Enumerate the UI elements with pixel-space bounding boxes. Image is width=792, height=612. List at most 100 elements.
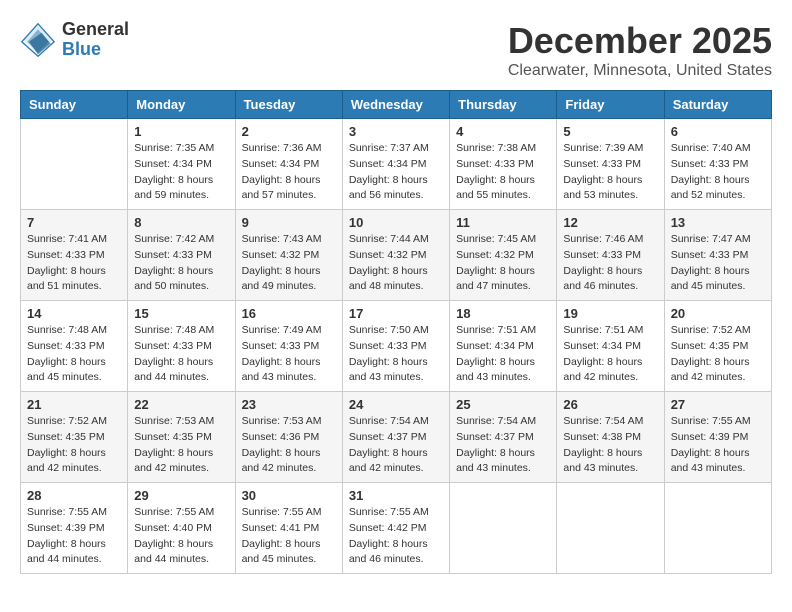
calendar-cell: 19 Sunrise: 7:51 AMSunset: 4:34 PMDayligh… — [557, 301, 664, 392]
calendar-cell: 8 Sunrise: 7:42 AMSunset: 4:33 PMDaylight… — [128, 210, 235, 301]
day-number: 18 — [456, 306, 550, 321]
calendar-cell: 25Sunrise: 7:54 AMSunset: 4:37 PMDayligh… — [450, 392, 557, 483]
weekday-header-friday: Friday — [557, 91, 664, 119]
day-number: 23 — [242, 397, 336, 412]
day-info: Sunrise: 7:53 AMSunset: 4:36 PMDaylight:… — [242, 414, 336, 477]
day-info: Sunrise: 7:47 AMSunset: 4:33 PMDaylight:… — [671, 232, 765, 295]
day-number: 10 — [349, 215, 443, 230]
calendar-cell: 29 Sunrise: 7:55 AMSunset: 4:40 PMDayligh… — [128, 483, 235, 574]
page-subtitle: Clearwater, Minnesota, United States — [508, 62, 772, 80]
calendar-cell: 7 Sunrise: 7:41 AMSunset: 4:33 PMDaylight… — [21, 210, 128, 301]
weekday-header-tuesday: Tuesday — [235, 91, 342, 119]
logo: General Blue — [20, 20, 129, 60]
calendar-week-row: 28 Sunrise: 7:55 AMSunset: 4:39 PMDayligh… — [21, 483, 772, 574]
calendar-cell — [21, 119, 128, 210]
day-info: Sunrise: 7:54 AMSunset: 4:37 PMDaylight:… — [349, 414, 443, 477]
day-number: 21 — [27, 397, 121, 412]
calendar-cell: 6Sunrise: 7:40 AMSunset: 4:33 PMDaylight… — [664, 119, 771, 210]
day-number: 8 — [134, 215, 228, 230]
calendar-cell: 13 Sunrise: 7:47 AMSunset: 4:33 PMDayligh… — [664, 210, 771, 301]
calendar-cell: 10Sunrise: 7:44 AMSunset: 4:32 PMDayligh… — [342, 210, 449, 301]
calendar-cell: 28 Sunrise: 7:55 AMSunset: 4:39 PMDayligh… — [21, 483, 128, 574]
logo-blue-label: Blue — [62, 40, 129, 60]
day-number: 1 — [134, 124, 228, 139]
day-info: Sunrise: 7:46 AMSunset: 4:33 PMDaylight:… — [563, 232, 657, 295]
day-number: 17 — [349, 306, 443, 321]
page-title: December 2025 — [508, 20, 772, 62]
day-info: Sunrise: 7:38 AMSunset: 4:33 PMDaylight:… — [456, 141, 550, 204]
calendar-cell: 11 Sunrise: 7:45 AMSunset: 4:32 PMDayligh… — [450, 210, 557, 301]
day-number: 22 — [134, 397, 228, 412]
weekday-header-saturday: Saturday — [664, 91, 771, 119]
calendar-cell: 24 Sunrise: 7:54 AMSunset: 4:37 PMDayligh… — [342, 392, 449, 483]
calendar-week-row: 21Sunrise: 7:52 AMSunset: 4:35 PMDayligh… — [21, 392, 772, 483]
page-header: General Blue December 2025 Clearwater, M… — [20, 20, 772, 80]
day-info: Sunrise: 7:45 AMSunset: 4:32 PMDaylight:… — [456, 232, 550, 295]
day-number: 5 — [563, 124, 657, 139]
day-number: 27 — [671, 397, 765, 412]
calendar-cell: 16Sunrise: 7:49 AMSunset: 4:33 PMDayligh… — [235, 301, 342, 392]
weekday-header-monday: Monday — [128, 91, 235, 119]
day-number: 26 — [563, 397, 657, 412]
calendar-cell: 22 Sunrise: 7:53 AMSunset: 4:35 PMDayligh… — [128, 392, 235, 483]
day-number: 29 — [134, 488, 228, 503]
day-info: Sunrise: 7:55 AMSunset: 4:41 PMDaylight:… — [242, 505, 336, 568]
day-info: Sunrise: 7:54 AMSunset: 4:38 PMDaylight:… — [563, 414, 657, 477]
calendar-cell: 5 Sunrise: 7:39 AMSunset: 4:33 PMDaylight… — [557, 119, 664, 210]
day-info: Sunrise: 7:55 AMSunset: 4:42 PMDaylight:… — [349, 505, 443, 568]
calendar-header-row: SundayMondayTuesdayWednesdayThursdayFrid… — [21, 91, 772, 119]
calendar-cell: 23 Sunrise: 7:53 AMSunset: 4:36 PMDayligh… — [235, 392, 342, 483]
weekday-header-wednesday: Wednesday — [342, 91, 449, 119]
calendar-cell: 26 Sunrise: 7:54 AMSunset: 4:38 PMDayligh… — [557, 392, 664, 483]
day-number: 28 — [27, 488, 121, 503]
weekday-header-thursday: Thursday — [450, 91, 557, 119]
day-info: Sunrise: 7:51 AMSunset: 4:34 PMDaylight:… — [563, 323, 657, 386]
day-number: 3 — [349, 124, 443, 139]
title-block: December 2025 Clearwater, Minnesota, Uni… — [508, 20, 772, 80]
day-info: Sunrise: 7:36 AMSunset: 4:34 PMDaylight:… — [242, 141, 336, 204]
calendar-week-row: 1Sunrise: 7:35 AMSunset: 4:34 PMDaylight… — [21, 119, 772, 210]
calendar-cell: 20Sunrise: 7:52 AMSunset: 4:35 PMDayligh… — [664, 301, 771, 392]
day-info: Sunrise: 7:50 AMSunset: 4:33 PMDaylight:… — [349, 323, 443, 386]
logo-icon — [20, 22, 56, 58]
day-info: Sunrise: 7:52 AMSunset: 4:35 PMDaylight:… — [671, 323, 765, 386]
day-info: Sunrise: 7:48 AMSunset: 4:33 PMDaylight:… — [27, 323, 121, 386]
calendar-cell: 3 Sunrise: 7:37 AMSunset: 4:34 PMDaylight… — [342, 119, 449, 210]
calendar-table: SundayMondayTuesdayWednesdayThursdayFrid… — [20, 90, 772, 574]
day-info: Sunrise: 7:40 AMSunset: 4:33 PMDaylight:… — [671, 141, 765, 204]
calendar-cell: 15Sunrise: 7:48 AMSunset: 4:33 PMDayligh… — [128, 301, 235, 392]
day-info: Sunrise: 7:49 AMSunset: 4:33 PMDaylight:… — [242, 323, 336, 386]
day-info: Sunrise: 7:43 AMSunset: 4:32 PMDaylight:… — [242, 232, 336, 295]
day-info: Sunrise: 7:55 AMSunset: 4:39 PMDaylight:… — [671, 414, 765, 477]
weekday-header-sunday: Sunday — [21, 91, 128, 119]
calendar-cell — [450, 483, 557, 574]
day-info: Sunrise: 7:41 AMSunset: 4:33 PMDaylight:… — [27, 232, 121, 295]
calendar-cell — [664, 483, 771, 574]
day-number: 14 — [27, 306, 121, 321]
day-number: 30 — [242, 488, 336, 503]
calendar-cell: 9Sunrise: 7:43 AMSunset: 4:32 PMDaylight… — [235, 210, 342, 301]
day-info: Sunrise: 7:42 AMSunset: 4:33 PMDaylight:… — [134, 232, 228, 295]
calendar-cell: 14 Sunrise: 7:48 AMSunset: 4:33 PMDayligh… — [21, 301, 128, 392]
day-info: Sunrise: 7:51 AMSunset: 4:34 PMDaylight:… — [456, 323, 550, 386]
day-info: Sunrise: 7:55 AMSunset: 4:40 PMDaylight:… — [134, 505, 228, 568]
day-number: 2 — [242, 124, 336, 139]
day-number: 24 — [349, 397, 443, 412]
calendar-cell: 4 Sunrise: 7:38 AMSunset: 4:33 PMDaylight… — [450, 119, 557, 210]
logo-general-label: General — [62, 20, 129, 40]
logo-text: General Blue — [62, 20, 129, 60]
day-info: Sunrise: 7:39 AMSunset: 4:33 PMDaylight:… — [563, 141, 657, 204]
day-info: Sunrise: 7:48 AMSunset: 4:33 PMDaylight:… — [134, 323, 228, 386]
day-number: 13 — [671, 215, 765, 230]
calendar-cell: 31Sunrise: 7:55 AMSunset: 4:42 PMDayligh… — [342, 483, 449, 574]
day-number: 19 — [563, 306, 657, 321]
day-info: Sunrise: 7:37 AMSunset: 4:34 PMDaylight:… — [349, 141, 443, 204]
calendar-cell: 30 Sunrise: 7:55 AMSunset: 4:41 PMDayligh… — [235, 483, 342, 574]
day-number: 12 — [563, 215, 657, 230]
day-info: Sunrise: 7:55 AMSunset: 4:39 PMDaylight:… — [27, 505, 121, 568]
day-info: Sunrise: 7:53 AMSunset: 4:35 PMDaylight:… — [134, 414, 228, 477]
day-number: 11 — [456, 215, 550, 230]
day-number: 4 — [456, 124, 550, 139]
day-number: 7 — [27, 215, 121, 230]
day-info: Sunrise: 7:54 AMSunset: 4:37 PMDaylight:… — [456, 414, 550, 477]
